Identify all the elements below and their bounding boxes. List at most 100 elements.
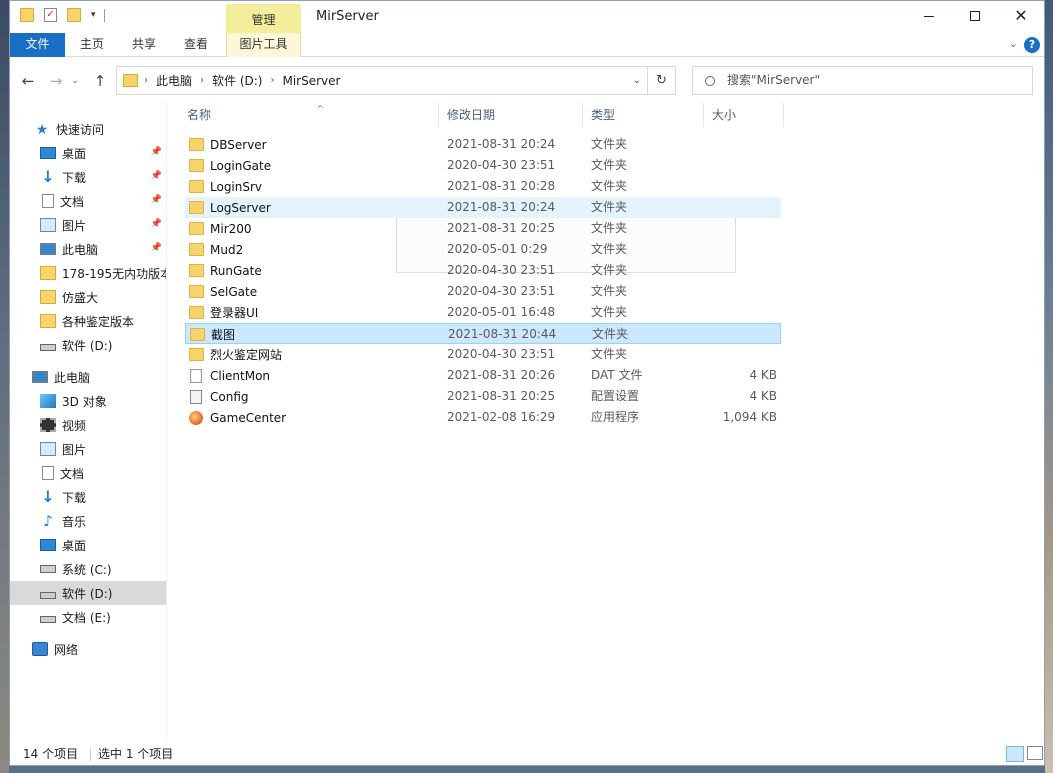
close-button[interactable]: ✕ (998, 1, 1044, 31)
drive-icon (40, 343, 56, 351)
file-type: 文件夹 (591, 263, 628, 277)
expand-ribbon-icon[interactable]: ⌄ (1009, 37, 1018, 50)
recent-locations-icon[interactable]: ⌄ (68, 69, 82, 93)
sidebar-item-3d-objects[interactable]: 3D 对象 (10, 389, 166, 413)
chevron-right-icon[interactable]: › (200, 75, 204, 86)
sidebar-item-this-pc-pinned[interactable]: 此电脑 📌 (10, 237, 166, 261)
folder-icon (20, 8, 34, 22)
file-row[interactable]: 截图 2021-08-31 20:44 文件夹 (185, 323, 781, 344)
sidebar-item-label: 系统 (C:) (62, 562, 112, 577)
file-row[interactable]: Mud2 2020-05-01 0:29 文件夹 (185, 239, 781, 260)
sidebar-item-label: 文档 (60, 466, 85, 481)
sidebar-item-videos[interactable]: 视频 (10, 413, 166, 437)
new-folder-icon[interactable] (67, 8, 81, 22)
file-explorer-window: ✓ ▾ 管理 MirServer ✕ 文件 主页 共享 查看 图片工具 ⌄ ? … (9, 0, 1045, 766)
help-icon[interactable]: ? (1024, 37, 1040, 53)
sidebar-item-drive-c[interactable]: 系统 (C:) (10, 557, 166, 581)
search-input[interactable]: 搜索"MirServer" (692, 66, 1033, 95)
maximize-icon (970, 11, 980, 21)
sidebar-item-documents[interactable]: 文档 📌 (10, 189, 166, 213)
pictures-icon (40, 218, 56, 232)
document-icon (42, 466, 54, 480)
details-view-icon[interactable] (1006, 746, 1024, 762)
column-header-name[interactable]: 名称 ^ (179, 103, 439, 127)
sidebar-item-folder-jianding[interactable]: 各种鉴定版本 (10, 309, 166, 333)
file-row[interactable]: Config 2021-08-31 20:25 配置设置 4 KB (185, 386, 781, 407)
file-row[interactable]: SelGate 2020-04-30 23:51 文件夹 (185, 281, 781, 302)
tab-home[interactable]: 主页 (68, 33, 116, 57)
chevron-right-icon[interactable]: › (270, 75, 274, 86)
breadcrumb-this-pc[interactable]: 此电脑 (156, 72, 192, 89)
file-row[interactable]: 烈火鉴定网站 2020-04-30 23:51 文件夹 (185, 344, 781, 365)
properties-icon[interactable]: ✓ (44, 8, 57, 22)
folder-icon (189, 180, 204, 193)
file-row[interactable]: 登录器UI 2020-05-01 16:48 文件夹 (185, 302, 781, 323)
file-row[interactable]: RunGate 2020-04-30 23:51 文件夹 (185, 260, 781, 281)
drive-icon (40, 591, 56, 599)
file-type: 文件夹 (591, 200, 628, 214)
breadcrumb-mirserver[interactable]: MirServer (282, 74, 340, 88)
file-row[interactable]: ClientMon 2021-08-31 20:26 DAT 文件 4 KB (185, 365, 781, 386)
drive-icon (40, 615, 56, 623)
sidebar-item-folder-178[interactable]: 178-195无内功版本 (10, 261, 166, 285)
sidebar-item-downloads-pc[interactable]: ↓ 下载 (10, 485, 166, 509)
chevron-right-icon[interactable]: › (144, 75, 148, 86)
file-name-cell: ClientMon (189, 365, 270, 386)
sidebar-item-documents-pc[interactable]: 文档 (10, 461, 166, 485)
up-arrow-icon[interactable]: ↑ (88, 69, 112, 93)
file-date: 2021-08-31 20:25 (447, 221, 556, 235)
column-header-date[interactable]: 修改日期 (439, 103, 583, 127)
sidebar-item-network[interactable]: 网络 (10, 637, 166, 661)
breadcrumb-drive-d[interactable]: 软件 (D:) (212, 72, 262, 89)
computer-icon (32, 371, 48, 383)
file-date: 2020-05-01 0:29 (447, 242, 548, 256)
manage-context-tab[interactable]: 管理 (226, 4, 301, 33)
large-icons-view-icon[interactable] (1027, 746, 1043, 760)
maximize-button[interactable] (952, 1, 998, 31)
sidebar-item-drive-e[interactable]: 文档 (E:) (10, 605, 166, 629)
sidebar-item-downloads[interactable]: ↓ 下载 📌 (10, 165, 166, 189)
chevron-down-icon[interactable]: ⌄ (633, 67, 641, 94)
tab-file[interactable]: 文件 (10, 33, 65, 57)
tab-picture-tools[interactable]: 图片工具 (226, 33, 301, 57)
column-header-type[interactable]: 类型 (583, 103, 704, 127)
tab-share[interactable]: 共享 (120, 33, 168, 57)
column-header-size[interactable]: 大小 (704, 103, 784, 127)
folder-icon (189, 243, 204, 256)
folder-icon (40, 290, 56, 304)
file-name-cell: 截图 (190, 324, 235, 345)
star-icon: ★ (35, 122, 49, 138)
sidebar-item-desktop[interactable]: 桌面 📌 (10, 141, 166, 165)
file-row[interactable]: LogServer 2021-08-31 20:24 文件夹 (185, 197, 781, 218)
customize-dropdown-icon[interactable]: ▾ (91, 10, 96, 20)
file-row[interactable]: DBServer 2021-08-31 20:24 文件夹 (185, 134, 781, 155)
file-date: 2021-08-31 20:44 (448, 327, 557, 341)
sidebar-item-desktop-pc[interactable]: 桌面 (10, 533, 166, 557)
sidebar-item-music[interactable]: ♪ 音乐 (10, 509, 166, 533)
file-name: Config (210, 389, 249, 404)
file-row[interactable]: LoginGate 2020-04-30 23:51 文件夹 (185, 155, 781, 176)
sidebar-item-this-pc[interactable]: 此电脑 (10, 365, 166, 389)
file-date: 2021-08-31 20:26 (447, 368, 556, 382)
sidebar-item-folder-fangshengda[interactable]: 仿盛大 (10, 285, 166, 309)
sidebar-item-drive-d-quick[interactable]: 软件 (D:) (10, 333, 166, 357)
forward-arrow-icon[interactable]: → (44, 69, 68, 93)
minimize-button[interactable] (906, 1, 952, 31)
sidebar-item-pictures-pc[interactable]: 图片 (10, 437, 166, 461)
network-icon (32, 642, 48, 656)
file-row[interactable]: Mir200 2021-08-31 20:25 文件夹 (185, 218, 781, 239)
system-drive-icon (40, 565, 56, 573)
sidebar-item-pictures[interactable]: 图片 📌 (10, 213, 166, 237)
refresh-icon[interactable]: ↻ (647, 67, 675, 94)
file-row[interactable]: LoginSrv 2021-08-31 20:28 文件夹 (185, 176, 781, 197)
back-arrow-icon[interactable]: ← (16, 69, 40, 93)
tab-view[interactable]: 查看 (172, 33, 220, 57)
file-name: RunGate (210, 263, 262, 278)
sidebar-item-quick-access[interactable]: ★ 快速访问 (10, 117, 166, 141)
ribbon-tabs: 文件 主页 共享 查看 图片工具 ⌄ ? (10, 33, 1044, 57)
sidebar-item-drive-d[interactable]: 软件 (D:) (10, 581, 166, 605)
file-date: 2021-08-31 20:24 (447, 137, 556, 151)
file-row[interactable]: GameCenter 2021-02-08 16:29 应用程序 1,094 KB (185, 407, 781, 428)
sidebar-item-label: 178-195无内功版本 (62, 266, 166, 281)
address-bar[interactable]: › 此电脑 › 软件 (D:) › MirServer ⌄ ↻ (116, 66, 676, 95)
